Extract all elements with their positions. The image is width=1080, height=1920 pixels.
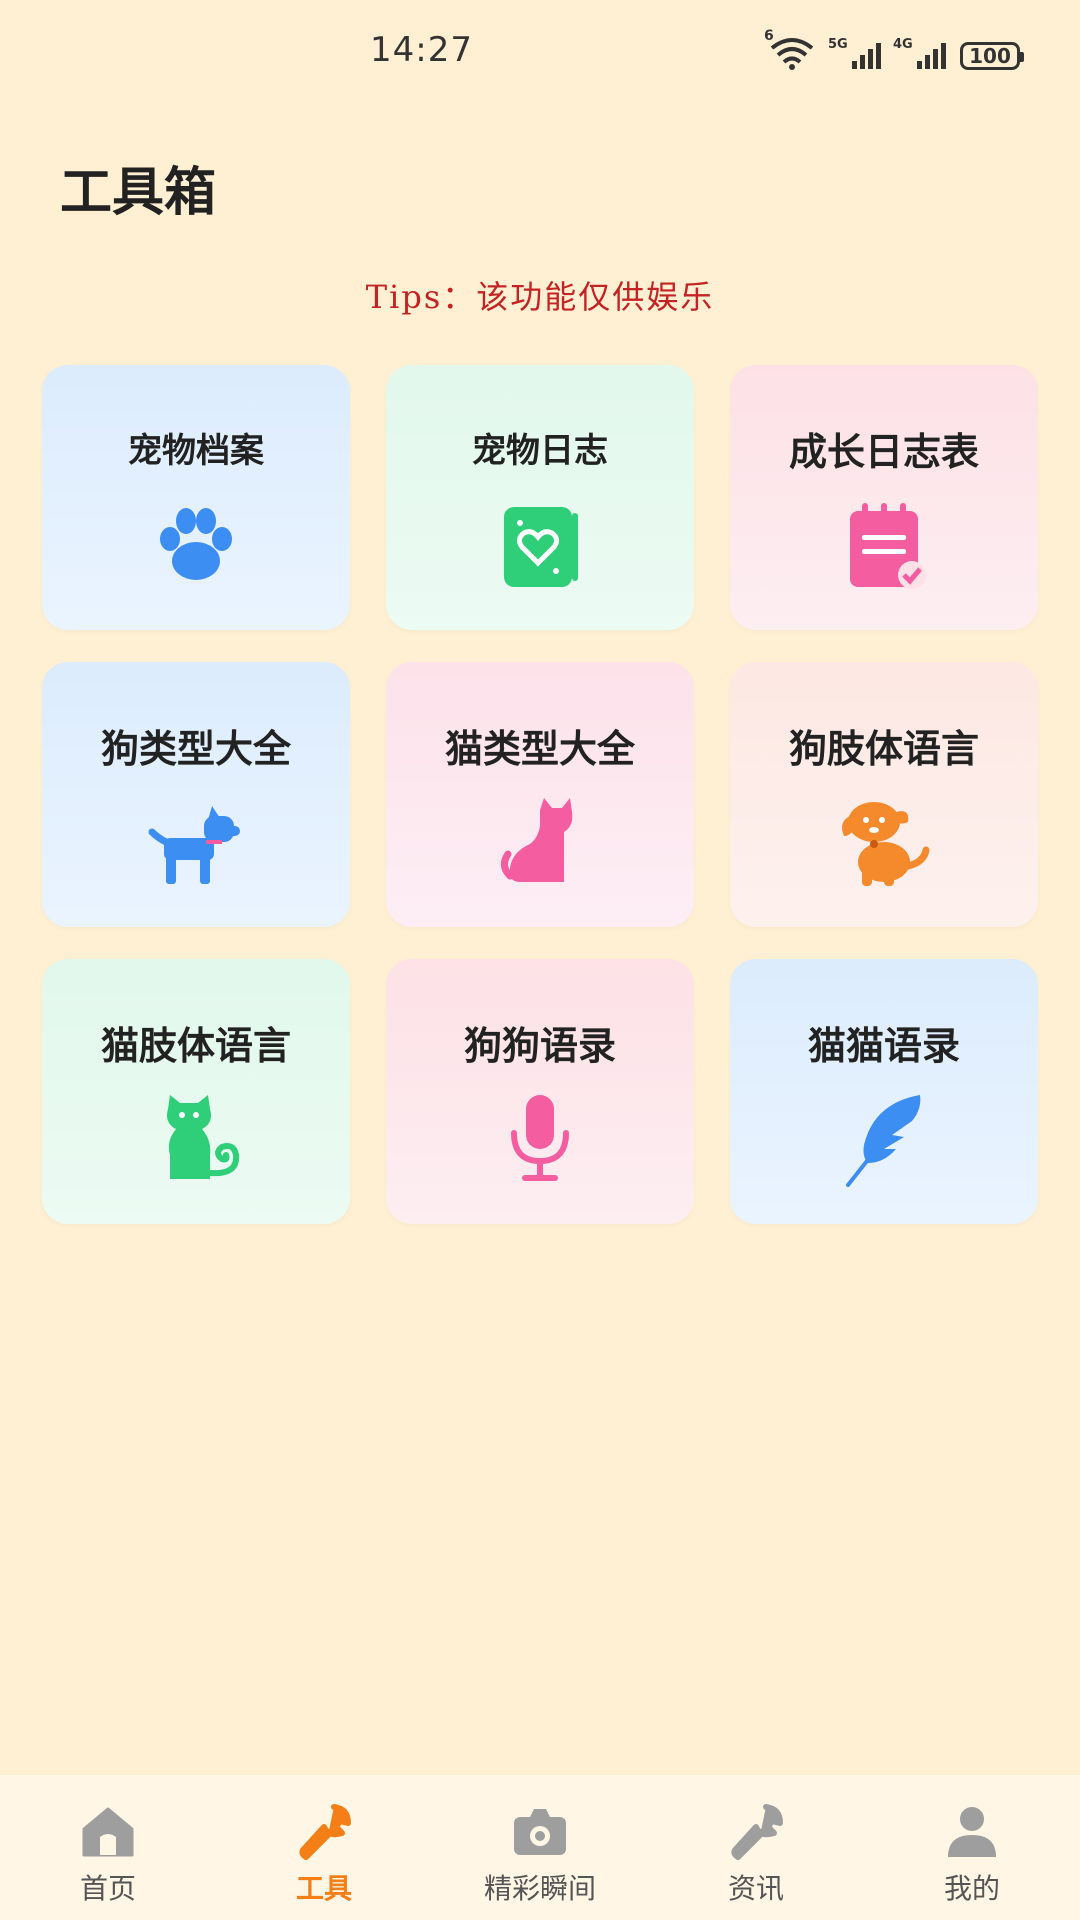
tool-card-label: 宠物档案 [128,431,264,471]
tool-card-label: 猫类型大全 [444,727,635,771]
tool-card-label: 狗肢体语言 [788,727,979,771]
tool-card-dog-quotes[interactable]: 狗狗语录 [386,959,694,1224]
user-icon [942,1801,1002,1861]
wifi-indicator: 6 [764,28,816,76]
dog-icon [146,792,246,892]
signal-4g-label: 4G [893,37,913,52]
feather-icon [834,1089,934,1189]
puppy-icon [834,792,934,892]
nav-label: 首页 [79,1872,136,1905]
tool-grid: 宠物档案 宠物日志 成长日志表 狗类型大全 猫类型大全 狗肢体语言 猫肢体语言 … [42,365,1038,1224]
signal-5g-label: 5G [828,37,848,52]
nav-label: 我的 [943,1872,1000,1905]
signal-5g-icon: 5G [828,37,881,69]
battery-level: 100 [969,44,1011,68]
nav-item-home[interactable]: 首页 [0,1775,216,1907]
tips-text: Tips：该功能仅供娱乐 [365,278,715,316]
tool-card-pet-profile[interactable]: 宠物档案 [42,365,350,630]
tool-card-label: 狗类型大全 [100,727,291,771]
nav-item-mine[interactable]: 我的 [864,1775,1080,1907]
nav-item-news[interactable]: 资讯 [648,1775,864,1907]
battery-icon: 100 [960,42,1024,70]
tool-card-dog-body-language[interactable]: 狗肢体语言 [730,662,1038,927]
status-icons: 6 5G 4G 100 [764,28,1024,76]
heart-notebook-icon [490,495,590,595]
wrench-icon [294,1801,354,1861]
tool-card-cat-body-language[interactable]: 猫肢体语言 [42,959,350,1224]
nav-item-tools[interactable]: 工具 [216,1775,432,1907]
status-time: 14:27 [370,30,473,70]
wrench-icon [726,1801,786,1861]
tool-card-growth-log[interactable]: 成长日志表 [730,365,1038,630]
microphone-icon [490,1089,590,1189]
tool-card-cat-breeds[interactable]: 猫类型大全 [386,662,694,927]
wifi-icon [770,38,814,70]
nav-item-highlights[interactable]: 精彩瞬间 [432,1775,648,1907]
home-icon [78,1801,138,1861]
tool-card-label: 成长日志表 [788,430,979,474]
nav-label: 精彩瞬间 [483,1872,596,1905]
page-title: 工具箱 [60,162,217,223]
bottom-nav: 首页 工具 精彩瞬间 资讯 我的 [0,1775,1080,1920]
tools-screen: 14:27 6 5G 4G 100 工具箱 Tips：该功能仅供娱乐 宠物档案 … [0,0,1080,1920]
calendar-check-icon [834,495,934,595]
tool-card-cat-quotes[interactable]: 猫猫语录 [730,959,1038,1224]
status-bar: 14:27 6 5G 4G 100 [0,0,1080,110]
camera-icon [510,1801,570,1861]
tool-card-label: 狗狗语录 [463,1024,616,1068]
signal-4g-icon: 4G [893,37,946,69]
tool-card-label: 猫肢体语言 [100,1024,291,1068]
tool-card-label: 猫猫语录 [807,1024,960,1068]
paw-icon [146,495,246,595]
tool-card-dog-breeds[interactable]: 狗类型大全 [42,662,350,927]
tool-card-label: 宠物日志 [472,431,608,471]
nav-label: 工具 [295,1872,352,1905]
tool-card-pet-diary[interactable]: 宠物日志 [386,365,694,630]
cat-sitting-icon [146,1089,246,1189]
wifi-label: 6 [764,28,774,44]
cat-icon [490,792,590,892]
nav-label: 资讯 [727,1872,784,1905]
